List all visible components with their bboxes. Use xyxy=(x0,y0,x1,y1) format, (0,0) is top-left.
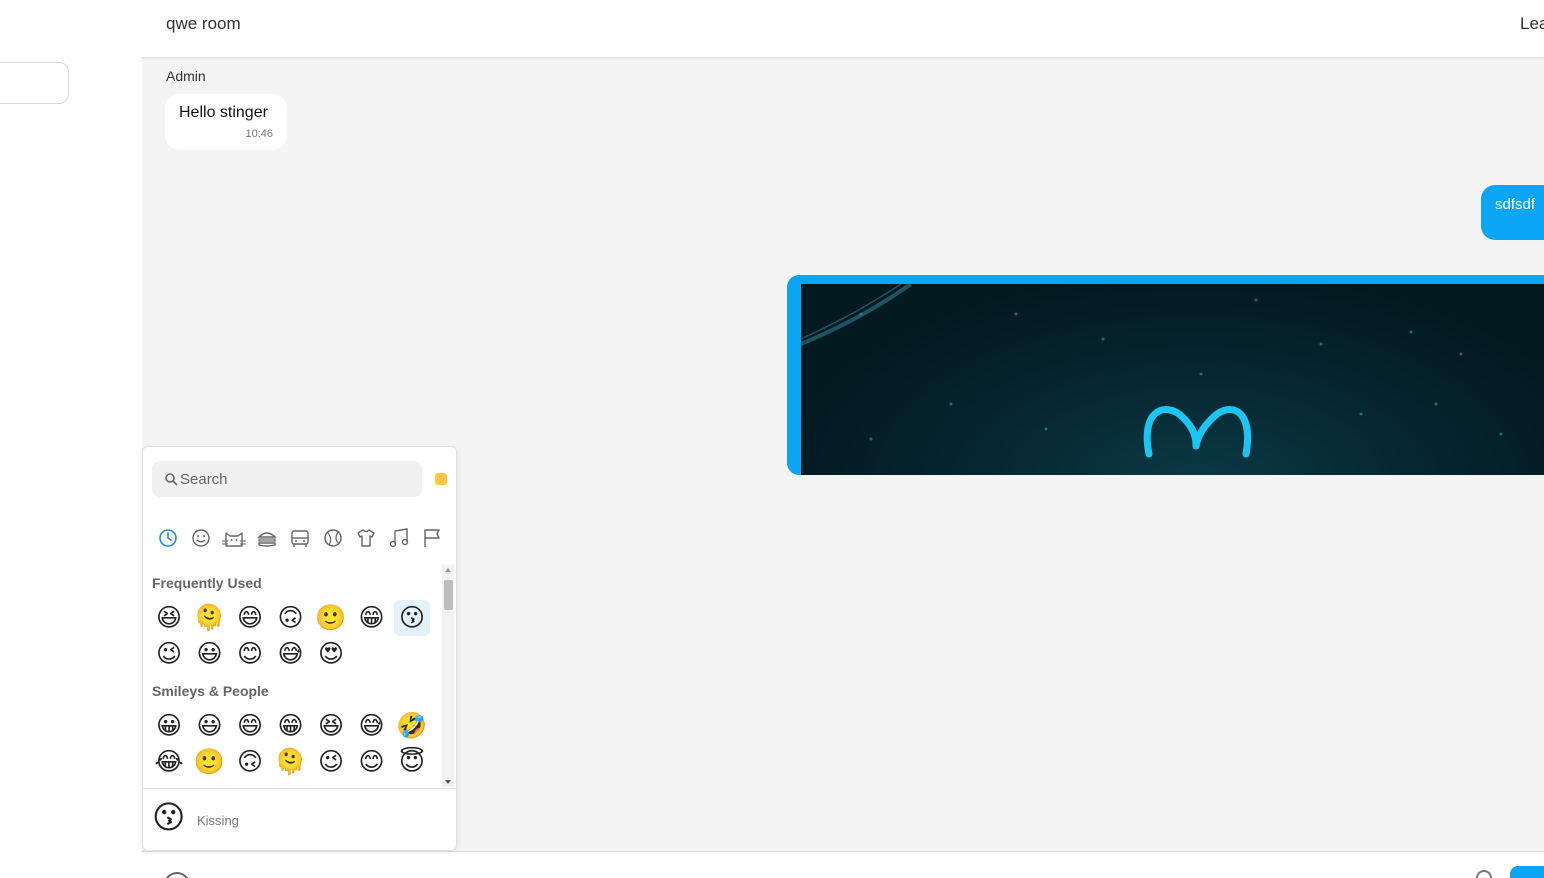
emoji-button[interactable]: 😍 xyxy=(313,636,349,672)
chat-header: qwe room Lea xyxy=(142,0,1544,58)
section-title-frequent: Frequently Used xyxy=(152,575,262,591)
emoji-search xyxy=(152,461,422,497)
emoji-button[interactable]: 🙃 xyxy=(273,600,309,636)
ball-icon[interactable] xyxy=(320,525,346,551)
emoji-preview: 😗 Kissing xyxy=(143,788,456,850)
emoji-button[interactable]: 🙂 xyxy=(192,744,228,780)
search-icon xyxy=(165,473,178,486)
outgoing-message: sdfsdf xyxy=(1481,185,1544,240)
preview-emoji: 😗 xyxy=(152,799,186,835)
image-artwork xyxy=(801,284,1503,458)
emoji-button[interactable]: 🙂 xyxy=(313,600,349,636)
music-icon[interactable] xyxy=(386,525,412,551)
cat-icon[interactable] xyxy=(221,525,247,551)
emoji-grid-smileys: 😀 😃 😄 😁 😆 😅 🤣 😂 🙂 🙃 🫠 😉 😊 😇 xyxy=(151,708,435,780)
emoji-button[interactable]: 😅 xyxy=(354,708,390,744)
scroll-up-icon[interactable] xyxy=(445,568,451,572)
message-time: 10:46 xyxy=(245,128,273,140)
room-card[interactable] xyxy=(0,62,69,104)
image-message[interactable] xyxy=(787,275,1544,475)
emoji-button[interactable]: 🫠 xyxy=(273,744,309,780)
emoji-button[interactable]: 🤣 xyxy=(394,708,430,744)
emoji-button[interactable]: 😉 xyxy=(313,744,349,780)
leave-button[interactable]: Lea xyxy=(1520,14,1544,34)
scroll-thumb[interactable] xyxy=(444,580,453,610)
preview-name: Kissing xyxy=(197,813,239,828)
message-text: Hello stinger xyxy=(179,104,268,121)
emoji-grid-frequent: 😆 🫠 😄 🙃 🙂 😁 😗 😉 😃 😊 😅 😍 xyxy=(151,600,435,672)
incoming-message: Hello stinger 10:46 xyxy=(165,94,287,150)
emoji-button[interactable]: 😇 xyxy=(394,744,430,780)
emoji-button[interactable]: 😗 xyxy=(394,600,430,636)
message-image[interactable] xyxy=(801,284,1544,475)
emoji-button[interactable]: 😁 xyxy=(354,600,390,636)
emoji-button[interactable]: 😆 xyxy=(151,600,187,636)
emoji-button[interactable]: 😉 xyxy=(151,636,187,672)
recent-icon[interactable] xyxy=(155,525,181,551)
bus-icon[interactable] xyxy=(287,525,313,551)
emoji-button[interactable]: 😄 xyxy=(232,600,268,636)
message-input-bar xyxy=(142,851,1544,878)
flag-icon[interactable] xyxy=(419,525,445,551)
emoji-button[interactable]: 😂 xyxy=(151,744,187,780)
emoji-button[interactable]: 😆 xyxy=(313,708,349,744)
category-tabs xyxy=(155,525,445,551)
emoji-button[interactable]: 😃 xyxy=(192,636,228,672)
emoji-button[interactable]: 😃 xyxy=(192,708,228,744)
emoji-scrollbar[interactable] xyxy=(442,565,454,787)
scroll-down-icon[interactable] xyxy=(445,780,451,784)
message-sender: Admin xyxy=(166,68,206,84)
emoji-button[interactable]: 🫠 xyxy=(192,600,228,636)
emoji-button[interactable]: 😄 xyxy=(232,708,268,744)
section-title-smileys: Smileys & People xyxy=(152,683,269,699)
emoji-button[interactable]: 😊 xyxy=(354,744,390,780)
smiley-icon[interactable] xyxy=(188,525,214,551)
emoji-button[interactable]: 😀 xyxy=(151,708,187,744)
emoji-button[interactable]: 🙃 xyxy=(232,744,268,780)
sidebar xyxy=(0,0,142,878)
emoji-search-input[interactable] xyxy=(180,467,410,491)
emoji-picker: Frequently Used 😆🫠😄🙃🙂😁😗😉😃😊😅😍 Smileys & P… xyxy=(142,446,457,851)
message-text: sdfsdf xyxy=(1495,196,1536,213)
shirt-icon[interactable] xyxy=(353,525,379,551)
skin-tone-button[interactable] xyxy=(435,473,447,485)
emoji-button[interactable]: 😅 xyxy=(273,636,309,672)
emoji-button[interactable]: 😁 xyxy=(273,708,309,744)
food-icon[interactable] xyxy=(254,525,280,551)
room-title: qwe room xyxy=(166,14,241,33)
emoji-list[interactable]: Frequently Used 😆 🫠 😄 🙃 🙂 😁 😗 😉 😃 😊 😅 😍 Smileys & P… xyxy=(143,565,443,789)
emoji-toggle-button[interactable] xyxy=(164,872,190,878)
send-button[interactable] xyxy=(1510,866,1544,878)
attach-icon[interactable] xyxy=(1476,870,1492,878)
emoji-button[interactable]: 😊 xyxy=(232,636,268,672)
